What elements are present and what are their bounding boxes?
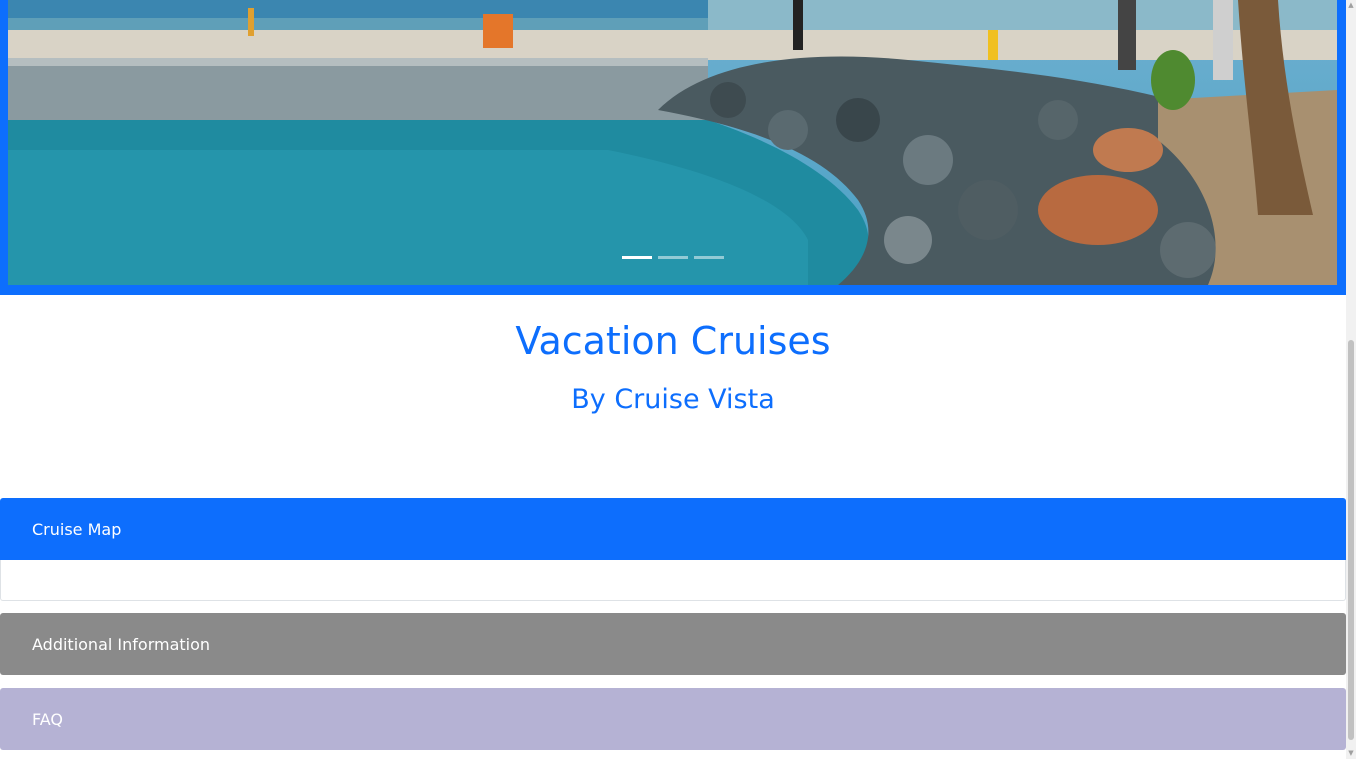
page: Vacation Cruises By Cruise Vista Cruise …	[0, 0, 1346, 759]
carousel-indicator-2[interactable]	[658, 256, 688, 259]
accordion-body-cruise-map	[0, 560, 1346, 601]
accordion-label: Additional Information	[32, 634, 211, 654]
accordion-label: FAQ	[32, 709, 63, 729]
accordion-header-cruise-map[interactable]: Cruise Map	[0, 498, 1346, 560]
page-subtitle: By Cruise Vista	[571, 384, 775, 415]
carousel-indicator-3[interactable]	[694, 256, 724, 259]
carousel-slide-image	[8, 0, 1337, 285]
scroll-up-icon[interactable]: ▲	[1347, 1, 1355, 9]
scroll-down-icon[interactable]: ▼	[1347, 749, 1355, 757]
accordion-header-faq[interactable]: FAQ	[0, 688, 1346, 750]
carousel-indicators	[622, 256, 724, 259]
page-title: Vacation Cruises	[515, 319, 831, 363]
accordion-label: Cruise Map	[32, 519, 122, 539]
image-carousel[interactable]	[0, 0, 1346, 295]
scrollbar-thumb[interactable]	[1348, 340, 1354, 740]
harbor-photo	[8, 0, 1337, 285]
accordion-header-additional-information[interactable]: Additional Information	[0, 613, 1346, 675]
vertical-scrollbar[interactable]: ▲ ▼	[1346, 0, 1356, 759]
carousel-indicator-1[interactable]	[622, 256, 652, 259]
